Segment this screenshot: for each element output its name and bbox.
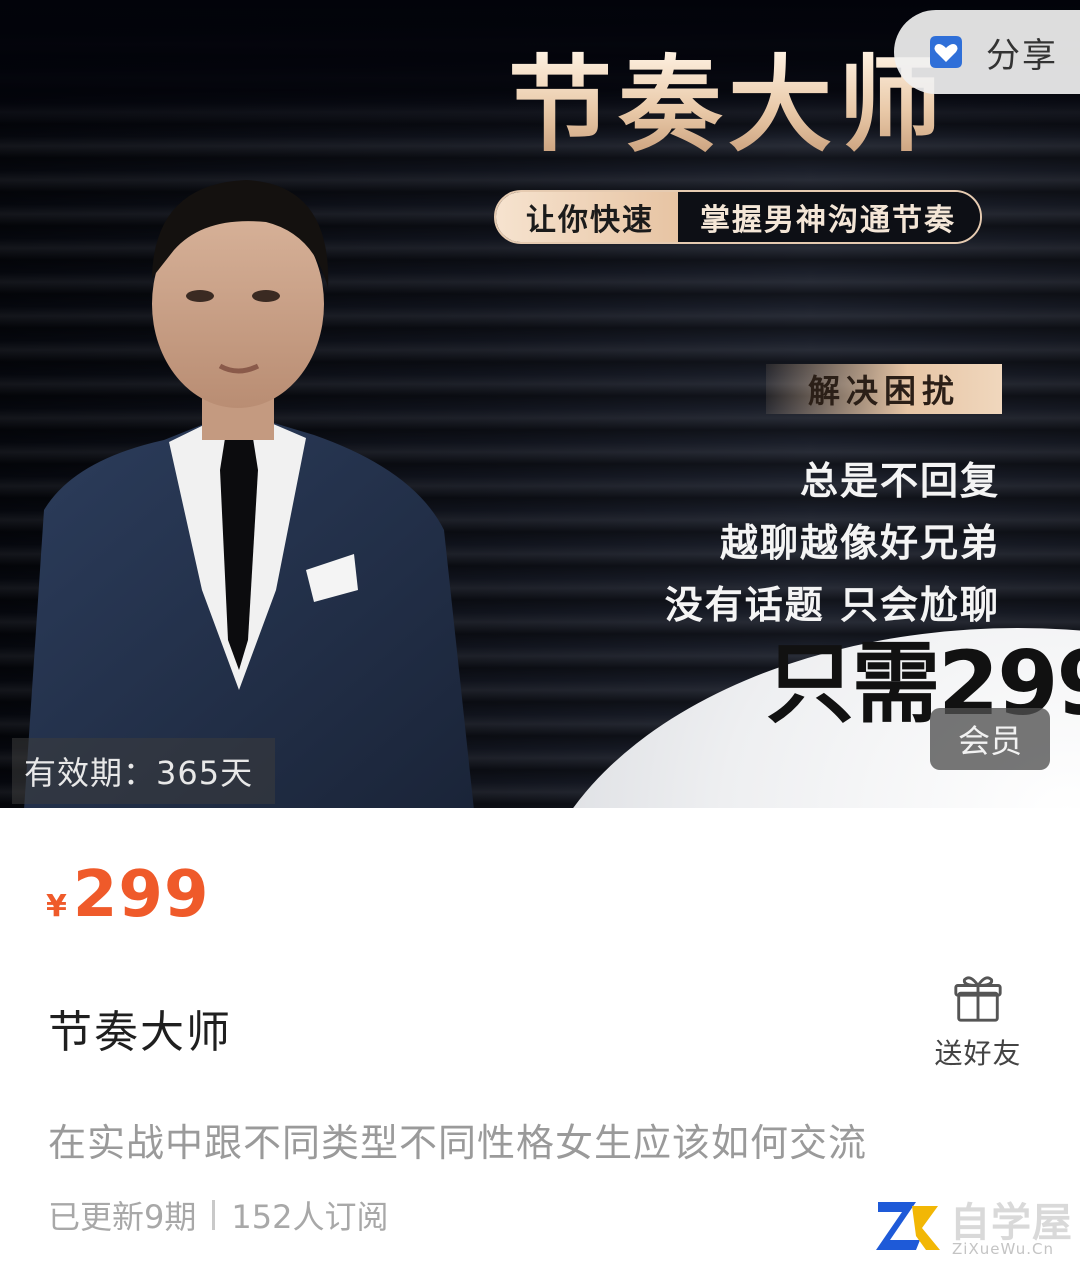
gift-label: 送好友 [934, 1037, 1022, 1070]
currency-symbol: ¥ [46, 889, 67, 924]
subscriber-count: 152人订阅 [231, 1198, 389, 1236]
course-title: 节奏大师 [48, 1007, 232, 1058]
gift-icon [954, 976, 1002, 1022]
presenter-photo [24, 180, 474, 808]
pain-point: 总是不回复 [799, 459, 1000, 503]
stats-divider [212, 1200, 216, 1230]
course-price: ¥ 299 [46, 858, 209, 932]
course-banner: 节奏大师 让你快速 掌握男神沟通节奏 解决困扰 总是不回复 越聊越像好兄弟 没有… [0, 0, 1080, 808]
banner-tagline: 让你快速 掌握男神沟通节奏 [494, 190, 982, 244]
solve-tag: 解决困扰 [766, 364, 1002, 414]
gift-to-friend-button[interactable]: 送好友 [928, 972, 1028, 1072]
tagline-right: 掌握男神沟通节奏 [678, 192, 980, 242]
tagline-left: 让你快速 [496, 192, 678, 242]
update-count: 已更新9期 [48, 1198, 197, 1236]
share-label: 分享 [986, 35, 1058, 76]
course-description: 在实战中跟不同类型不同性格女生应该如何交流 [48, 1121, 868, 1165]
watermark-url: ZiXueWu.Cn [952, 1240, 1055, 1258]
pain-point: 越聊越像好兄弟 [719, 521, 1000, 565]
banner-title: 节奏大师 [508, 44, 949, 166]
pain-point: 没有话题 只会尬聊 [664, 583, 1000, 627]
share-icon [930, 36, 962, 68]
price-value: 299 [72, 858, 210, 932]
member-badge: 会员 [930, 708, 1050, 770]
share-button[interactable]: 分享 [894, 10, 1080, 94]
site-watermark: 自学屋 ZiXueWu.Cn [872, 1188, 1078, 1262]
pain-point-list: 总是不回复 越聊越像好兄弟 没有话题 只会尬聊 [665, 450, 1000, 636]
watermark-logo-icon [876, 1202, 940, 1250]
validity-label: 有效期：365天 [12, 738, 276, 804]
course-stats: 已更新9期 152人订阅 [48, 1192, 388, 1238]
